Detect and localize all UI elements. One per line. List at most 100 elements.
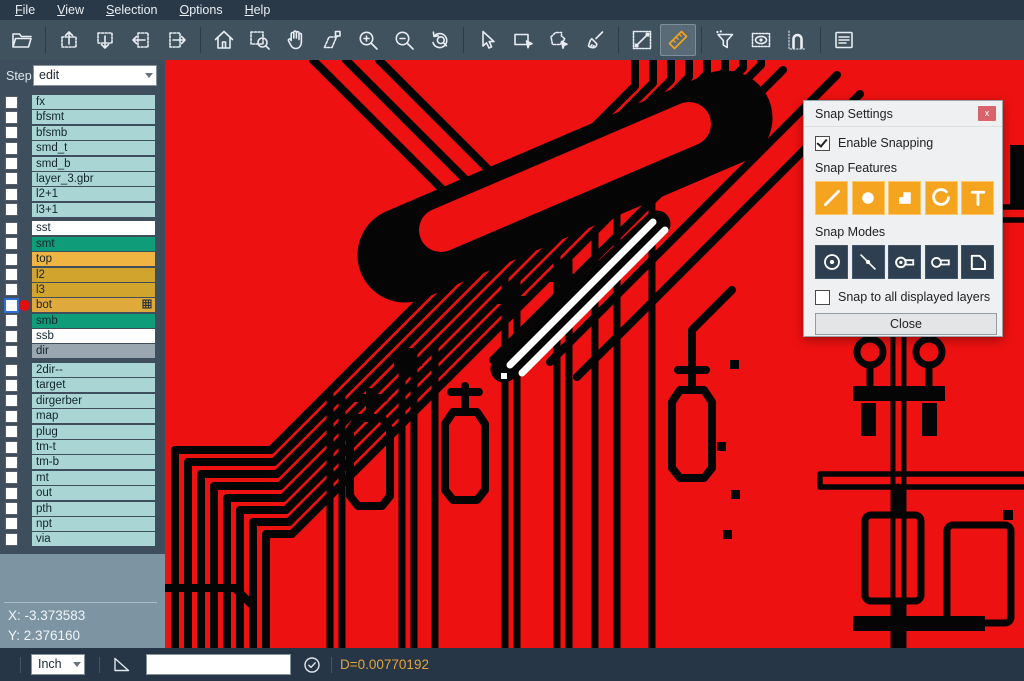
snap-mode-pad-filled-button[interactable] [888,245,921,279]
layer-label[interactable]: bfsmb [32,126,155,140]
layer-row[interactable]: dirgerber [0,394,165,408]
layer-label[interactable]: out [32,486,155,500]
layer-visibility-checkbox[interactable] [5,142,18,155]
layer-row[interactable]: pth [0,502,165,516]
layer-row[interactable]: l3+1 [0,203,165,217]
select-rectangle-button[interactable] [505,24,541,56]
layer-row[interactable]: dir [0,344,165,358]
close-icon[interactable]: x [978,106,996,121]
layer-label[interactable]: map [32,409,155,423]
menu-options[interactable]: Options [168,0,233,20]
layer-visibility-checkbox[interactable] [5,126,18,139]
snap-mode-contour-button[interactable] [961,245,994,279]
layer-panel-button[interactable] [826,24,862,56]
zoom-in-button[interactable] [350,24,386,56]
measure-ruler-button[interactable] [660,24,696,56]
layer-visibility-checkbox[interactable] [5,314,18,327]
layer-label[interactable]: mt [32,471,155,485]
clear-highlight-button[interactable] [577,24,613,56]
zoom-home-button[interactable] [206,24,242,56]
layer-label[interactable]: plug [32,425,155,439]
menu-file[interactable]: File [4,0,46,20]
layer-visibility-checkbox[interactable] [5,345,18,358]
layer-row[interactable]: bot [0,298,165,312]
menu-selection[interactable]: Selection [95,0,168,20]
layer-row[interactable]: smt [0,237,165,251]
layer-row[interactable]: smd_t [0,141,165,155]
layer-visibility-checkbox[interactable] [5,364,18,377]
layer-visibility-checkbox[interactable] [5,456,18,469]
layer-row[interactable]: out [0,486,165,500]
layer-row[interactable]: top [0,252,165,266]
show-hide-button[interactable] [743,24,779,56]
layer-label[interactable]: sst [32,221,155,235]
snap-mode-center-button[interactable] [815,245,848,279]
layer-label[interactable]: pth [32,502,155,516]
measure-input[interactable] [146,654,291,675]
layer-visibility-checkbox[interactable] [5,188,18,201]
measure-line-button[interactable] [624,24,660,56]
pan-left-button[interactable] [123,24,159,56]
select-cursor-button[interactable] [469,24,505,56]
layer-label[interactable]: l2 [32,268,155,282]
snap-settings-button[interactable] [779,24,815,56]
snap-feature-line-button[interactable] [815,181,848,215]
layer-row[interactable]: via [0,532,165,546]
pan-down-button[interactable] [87,24,123,56]
layer-label[interactable]: tm-t [32,440,155,454]
snap-all-checkbox[interactable] [815,290,830,305]
close-button[interactable]: Close [815,313,997,335]
select-polygon-button[interactable] [541,24,577,56]
layer-row[interactable]: smb [0,314,165,328]
layer-label[interactable]: bfsmt [32,110,155,124]
layer-row[interactable]: l2 [0,268,165,282]
layer-label[interactable]: target [32,378,155,392]
open-button[interactable] [4,24,40,56]
layer-visibility-checkbox[interactable] [5,111,18,124]
layer-row[interactable]: tm-b [0,455,165,469]
layer-visibility-checkbox[interactable] [5,330,18,343]
menu-view[interactable]: View [46,0,95,20]
layer-row[interactable]: npt [0,517,165,531]
layer-row[interactable]: map [0,409,165,423]
layer-label[interactable]: layer_3.gbr [32,172,155,186]
layer-visibility-checkbox[interactable] [5,283,18,296]
layer-row[interactable]: sst [0,221,165,235]
snap-feature-surface-button[interactable] [888,181,921,215]
menu-help[interactable]: Help [234,0,282,20]
layer-visibility-checkbox[interactable] [5,471,18,484]
pan-right-button[interactable] [159,24,195,56]
layer-row[interactable]: 2dir-- [0,363,165,377]
layer-visibility-checkbox[interactable] [5,487,18,500]
layer-row[interactable]: smd_b [0,157,165,171]
layer-visibility-checkbox[interactable] [5,172,18,185]
layer-label[interactable]: bot [32,298,155,312]
layer-label[interactable]: npt [32,517,155,531]
layer-visibility-checkbox[interactable] [5,222,18,235]
step-combobox[interactable]: edit [33,65,157,86]
layer-row[interactable]: mt [0,471,165,485]
layer-label[interactable]: tm-b [32,455,155,469]
zoom-out-button[interactable] [386,24,422,56]
layer-row[interactable]: plug [0,425,165,439]
layer-row[interactable]: bfsmb [0,126,165,140]
enable-snapping-checkbox[interactable] [815,136,830,151]
layer-visibility-checkbox[interactable] [5,268,18,281]
layer-visibility-checkbox[interactable] [5,502,18,515]
layer-label[interactable]: fx [32,95,155,109]
snap-feature-circle-button[interactable] [852,181,885,215]
pcb-canvas[interactable]: Snap Settings x Enable Snapping Snap Fea… [165,60,1024,648]
filter-button[interactable] [707,24,743,56]
layer-label[interactable]: smd_t [32,141,155,155]
layer-visibility-checkbox[interactable] [5,441,18,454]
layer-label[interactable]: top [32,252,155,266]
layer-row[interactable]: bfsmt [0,110,165,124]
layer-visibility-checkbox[interactable] [5,253,18,266]
snap-feature-arc-button[interactable] [925,181,958,215]
layer-row[interactable]: tm-t [0,440,165,454]
layer-visibility-checkbox[interactable] [5,517,18,530]
units-combobox[interactable]: Inch [31,654,85,675]
pan-up-button[interactable] [51,24,87,56]
layer-visibility-checkbox[interactable] [4,298,19,313]
zoom-window-button[interactable] [242,24,278,56]
